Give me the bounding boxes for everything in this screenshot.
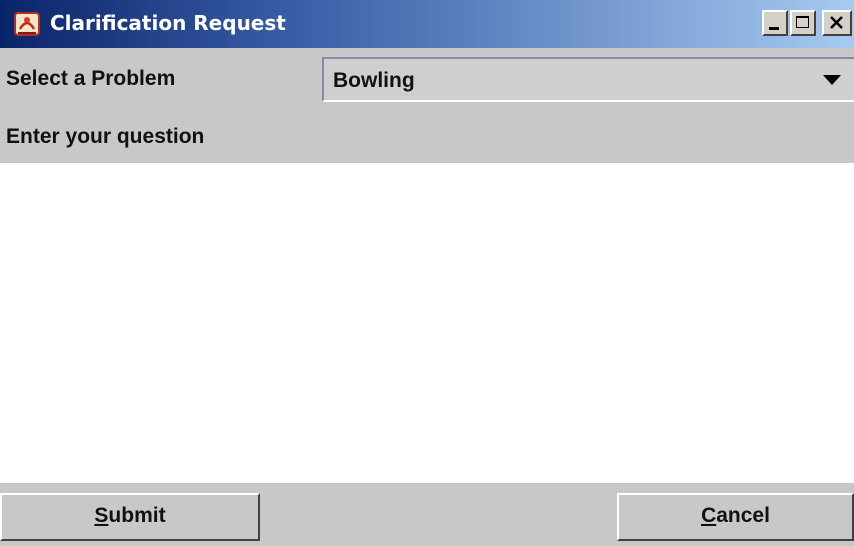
submit-label-rest: ubmit xyxy=(108,504,166,527)
java-duke-icon[interactable] xyxy=(12,9,42,39)
submit-mnemonic: S xyxy=(94,504,109,527)
problem-dropdown[interactable]: Bowling xyxy=(322,57,854,102)
question-label: Enter your question xyxy=(6,125,205,148)
title-bar[interactable]: Clarification Request xyxy=(0,0,854,48)
chevron-down-icon[interactable] xyxy=(822,73,842,87)
maximize-icon xyxy=(796,16,809,28)
question-textarea[interactable] xyxy=(0,163,854,483)
close-icon xyxy=(830,16,843,29)
cancel-button[interactable]: Cancel xyxy=(617,493,854,541)
close-button[interactable] xyxy=(822,10,852,36)
minimize-icon xyxy=(769,27,779,30)
maximize-button[interactable] xyxy=(790,10,816,36)
cancel-label-rest: ancel xyxy=(716,504,770,527)
select-problem-label: Select a Problem xyxy=(6,67,176,90)
problem-selected-value: Bowling xyxy=(333,69,415,92)
clarification-request-window: Clarification Request Select a Problem B… xyxy=(0,0,854,546)
minimize-button[interactable] xyxy=(762,10,788,36)
submit-button[interactable]: Submit xyxy=(0,493,260,541)
cancel-mnemonic: C xyxy=(701,504,717,527)
window-title: Clarification Request xyxy=(50,11,286,35)
